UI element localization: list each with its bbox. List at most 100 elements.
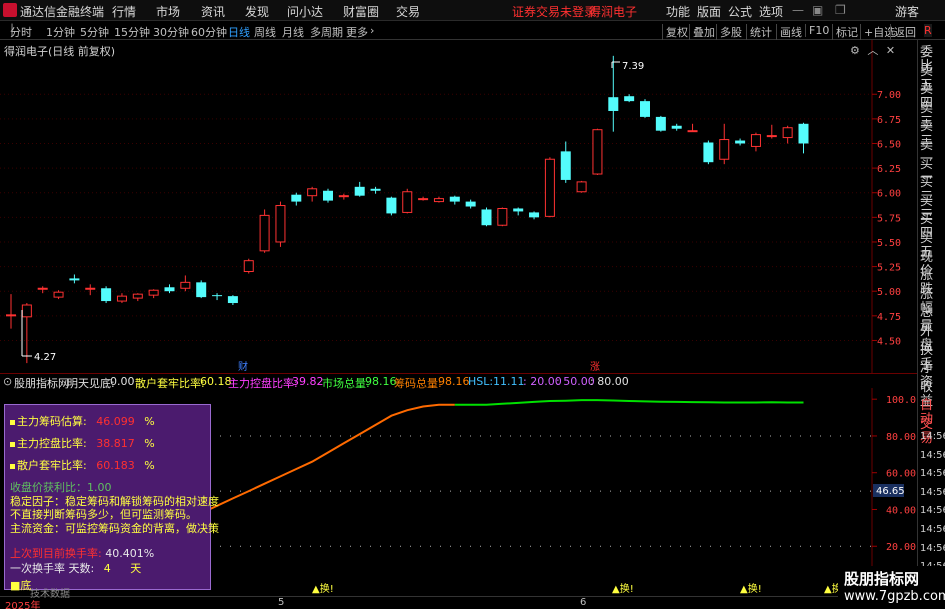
quote-label-26[interactable]: 14:56 [920, 523, 945, 537]
candle-body [69, 278, 80, 281]
overlay-button[interactable]: 叠加 [689, 24, 715, 40]
period-daily[interactable]: 日线 [228, 24, 250, 40]
login-status[interactable]: 证券交易未登录 [512, 3, 596, 20]
panel-row-retail-trapped: 散户套牢比率: 60.183 % [10, 457, 155, 473]
price-tick-label: 6.50 [877, 139, 901, 150]
settings-gear-icon[interactable]: ⚙ [850, 44, 860, 57]
candle [671, 123, 682, 131]
ind-f6-label: HSL: [468, 375, 494, 388]
candle-body [275, 205, 286, 243]
period-1min[interactable]: 1分钟 [46, 24, 75, 40]
candle-body [782, 127, 793, 139]
candle-body [640, 101, 650, 117]
price-tick-label: 6.25 [877, 164, 901, 175]
back-button[interactable]: 返回 [890, 24, 916, 40]
r-button[interactable]: R [924, 24, 932, 37]
period-15min[interactable]: 15分钟 [114, 24, 150, 40]
quote-label-22[interactable]: 14:56 [920, 449, 945, 463]
period-multi[interactable]: 多周期 [310, 24, 343, 40]
candle-body [53, 291, 64, 298]
candle-body [592, 129, 603, 175]
price-tick-label: 5.00 [877, 287, 901, 298]
event-limit-up-marker[interactable]: 涨 [590, 361, 600, 373]
candle-body [671, 125, 682, 129]
candle [307, 186, 318, 202]
menu-item-trade[interactable]: 交易 [396, 3, 420, 20]
more-chevron-icon[interactable]: › [370, 24, 374, 37]
candle-body [116, 295, 127, 302]
menu-item-assistant[interactable]: 问小达 [287, 3, 323, 20]
indicator-settings-icon[interactable]: ⊙ [3, 375, 12, 388]
draw-button[interactable]: 画线 [776, 24, 802, 40]
menu-item-market[interactable]: 市场 [156, 3, 180, 20]
quote-label-25[interactable]: 14:56 [920, 504, 945, 518]
collapse-icon[interactable]: ︿ [867, 44, 878, 57]
candle-body [180, 281, 191, 289]
candle [592, 128, 603, 175]
candle-body [37, 287, 48, 290]
candle-body [212, 295, 223, 297]
price-chart[interactable]: 7.00 6.75 6.50 6.25 6.00 5.75 5.50 5.25 5.00 4.75… [0, 40, 917, 373]
restore-icon[interactable]: ❐ [835, 3, 846, 17]
guest-user[interactable]: 游客 [895, 3, 919, 20]
indicator-tick-label: 40.00 [886, 505, 916, 516]
close-icon[interactable]: ✕ [886, 44, 895, 57]
period-30min[interactable]: 30分钟 [153, 24, 189, 40]
quote-label-24[interactable]: 14:56 [920, 486, 945, 500]
menu-item-function[interactable]: 功能 [666, 3, 690, 20]
menubar-stock-name: 得润电子 [589, 5, 638, 19]
stats-button[interactable]: 统计 [746, 24, 772, 40]
mark-button[interactable]: 标记 [832, 24, 858, 40]
panel-row-turnover: 上次到目前换手率: 40.401% [10, 547, 155, 560]
panel-row-main-fund: 主流资金：可监控筹码资金的背离，做决策 [10, 522, 219, 535]
f10-button[interactable]: F10 [805, 24, 829, 37]
candle [640, 99, 650, 118]
candle-body [608, 97, 619, 111]
period-monthly[interactable]: 月线 [282, 24, 304, 40]
event-finance-marker[interactable]: 财 [238, 360, 248, 373]
candle-body [196, 282, 207, 298]
menu-item-quotes[interactable]: 行情 [112, 3, 136, 20]
quote-label-21[interactable]: 14:56 [920, 430, 945, 444]
candle [750, 132, 761, 152]
menu-item-discover[interactable]: 发现 [245, 3, 269, 20]
candle-body [418, 198, 429, 201]
candle-body [259, 214, 270, 252]
candle-body [21, 304, 32, 318]
high-label: 7.39 [622, 61, 644, 72]
candle [449, 195, 460, 205]
period-5min[interactable]: 5分钟 [80, 24, 109, 40]
candle-body [338, 195, 349, 198]
menu-item-options[interactable]: 选项 [759, 3, 783, 20]
price-grid [0, 93, 872, 341]
menu-item-formula[interactable]: 公式 [728, 3, 752, 20]
period-more[interactable]: 更多 [346, 24, 368, 40]
candle [227, 295, 238, 305]
adjust-button[interactable]: 复权 [662, 24, 688, 40]
candle [433, 196, 444, 203]
quote-label-27[interactable]: 14:56 [920, 542, 945, 556]
menu-item-news[interactable]: 资讯 [201, 3, 225, 20]
period-60min[interactable]: 60分钟 [191, 24, 227, 40]
candle [164, 284, 175, 294]
lock-icon[interactable]: ▣ [812, 3, 823, 17]
watermark: 股朋指标网 www.7gpzb.com [838, 566, 945, 609]
app-logo-icon [3, 3, 17, 17]
indicator-axis: 100.0 80.00 60.00 40.00 20.00 [872, 395, 916, 553]
period-weekly[interactable]: 周线 [254, 24, 276, 40]
period-intraday[interactable]: 分时 [10, 24, 32, 40]
panel-row-main-chips: 主力筹码估算: 46.099 % [10, 413, 155, 429]
candle [338, 193, 349, 200]
quote-label-23[interactable]: 14:56 [920, 467, 945, 481]
candle [687, 123, 698, 133]
menu-item-wealth[interactable]: 财富圈 [343, 3, 379, 20]
candle [196, 280, 207, 299]
multi-stock-button[interactable]: 多股 [716, 24, 742, 40]
minimize-icon[interactable]: — [792, 3, 804, 17]
candle [766, 124, 777, 139]
ind-f9-value: : 80.00 [590, 375, 629, 388]
candle [85, 284, 96, 296]
app-title: 通达信金融终端 [20, 5, 105, 19]
menu-item-layout[interactable]: 版面 [697, 3, 721, 20]
ind-f5-value: 98.16 [438, 375, 470, 388]
